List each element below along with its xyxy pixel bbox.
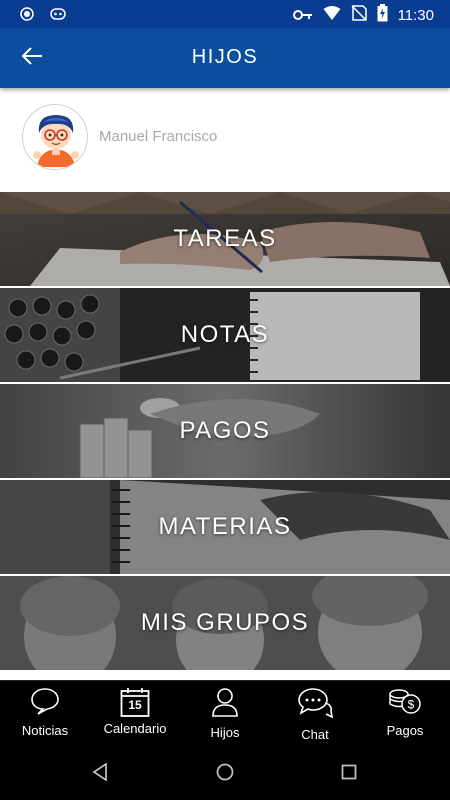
child-name: Manuel Francisco xyxy=(99,128,218,145)
home-circle-icon xyxy=(216,763,234,785)
menu-tile-materias[interactable]: MATERIAS xyxy=(0,480,450,574)
child-profile[interactable]: Manuel Francisco xyxy=(0,88,450,192)
nav-label: Hijos xyxy=(210,725,240,740)
wifi-icon xyxy=(323,5,341,25)
menu-tile-tareas[interactable]: TAREAS xyxy=(0,192,450,286)
battery-charging-icon xyxy=(377,4,388,26)
child-avatar-icon xyxy=(22,104,88,170)
coins-icon: $ xyxy=(388,687,422,719)
calendar-day: 15 xyxy=(128,698,142,712)
menu-tile-label: NOTAS xyxy=(180,321,270,348)
status-left xyxy=(20,6,66,25)
nav-item-noticias[interactable]: Noticias xyxy=(0,681,90,748)
nav-item-chat[interactable]: Chat xyxy=(270,681,360,748)
status-bar: 11:30 xyxy=(0,0,450,28)
voicemail-icon xyxy=(50,6,66,25)
page-title: HIJOS xyxy=(191,46,259,68)
calendar-icon: 15 xyxy=(120,687,150,717)
menu-tile-label: TAREAS xyxy=(173,225,277,252)
no-sim-icon xyxy=(351,5,367,25)
nav-item-hijos[interactable]: Hijos xyxy=(180,681,270,748)
system-nav-bar xyxy=(0,748,450,800)
nav-item-pagos[interactable]: $ Pagos xyxy=(360,681,450,748)
menu-tile-mis-grupos[interactable]: MIS GRUPOS xyxy=(0,576,450,670)
recents-square-icon xyxy=(341,764,357,784)
menu-tile-label: PAGOS xyxy=(179,417,271,444)
menu-tile-label: MATERIAS xyxy=(158,513,292,540)
menu-tile-notas[interactable]: NOTAS xyxy=(0,288,450,382)
circle-icon xyxy=(20,6,34,25)
bottom-nav: Noticias 15 Calendario Hijos Chat $ Pago… xyxy=(0,680,450,748)
menu-tile-pagos[interactable]: PAGOS xyxy=(0,384,450,478)
nav-label: Pagos xyxy=(386,723,424,738)
system-recents-button[interactable] xyxy=(337,762,361,786)
status-right: 11:30 xyxy=(292,4,434,26)
chat-bubble-icon xyxy=(30,687,60,719)
system-back-button[interactable] xyxy=(88,762,112,786)
menu-tile-label: MIS GRUPOS xyxy=(140,609,310,636)
svg-text:$: $ xyxy=(408,698,415,712)
status-time: 11:30 xyxy=(397,6,434,24)
nav-label: Calendario xyxy=(103,721,167,736)
nav-item-calendario[interactable]: 15 Calendario xyxy=(90,681,180,748)
system-home-button[interactable] xyxy=(213,762,237,786)
app-bar: HIJOS xyxy=(0,28,450,88)
nav-label: Chat xyxy=(301,727,329,742)
back-triangle-icon xyxy=(92,762,108,785)
nav-label: Noticias xyxy=(21,723,69,738)
chat-dots-icon xyxy=(297,687,334,723)
key-icon xyxy=(292,6,313,25)
menu-list: TAREAS NOTAS PAGOS MATERIAS MIS GRUPOS xyxy=(0,192,450,672)
person-icon xyxy=(211,687,239,721)
